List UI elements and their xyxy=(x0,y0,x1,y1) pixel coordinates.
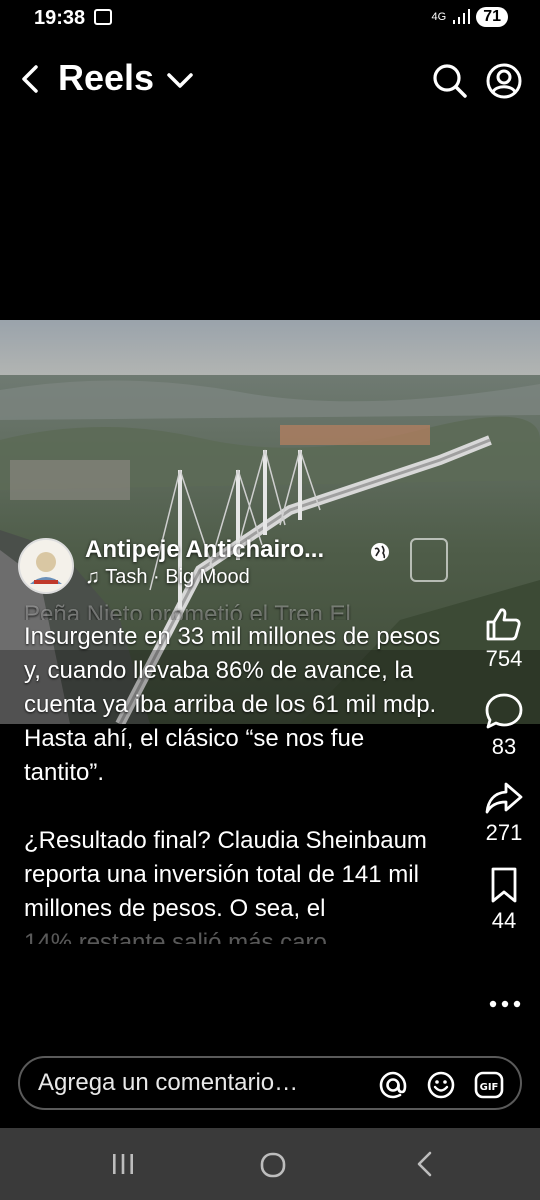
audio-track[interactable]: ♫ Tash · Big Mood xyxy=(85,566,250,589)
more-options-icon[interactable] xyxy=(488,990,522,1014)
author-name[interactable]: Antipeje Antichairo... xyxy=(85,536,324,564)
reel-caption[interactable]: Peña Nieto prometió el Tren El Insurgent… xyxy=(24,601,444,944)
caption-faded-bottom: 14% restante salió más caro xyxy=(24,929,327,944)
search-icon[interactable] xyxy=(430,61,470,101)
svg-text:GIF: GIF xyxy=(480,1082,499,1093)
back-arrow-icon[interactable] xyxy=(16,59,46,99)
profile-icon[interactable] xyxy=(484,61,524,101)
status-time: 19:38 xyxy=(34,7,86,29)
comment-input[interactable]: Agrega un comentario… xyxy=(38,1069,298,1097)
screen-record-icon xyxy=(94,9,112,25)
system-nav-bar xyxy=(0,1128,540,1200)
music-note-icon: ♫ xyxy=(85,566,100,588)
comment-count: 83 xyxy=(491,734,517,759)
share-button[interactable]: 271 xyxy=(474,780,534,846)
comment-icon xyxy=(485,693,523,729)
comment-bar: Agrega un comentario… GIF xyxy=(18,1056,522,1110)
caption-paragraph-1: Insurgente en 33 mil millones de pesos y… xyxy=(24,623,441,786)
like-button[interactable]: 754 xyxy=(474,606,534,672)
comment-button[interactable]: 83 xyxy=(474,692,534,760)
save-count: 44 xyxy=(491,908,517,933)
caption-paragraph-2: ¿Resultado final? Claudia Sheinbaum repo… xyxy=(24,827,427,922)
mention-icon[interactable] xyxy=(378,1070,408,1100)
audio-label: Tash · Big Mood xyxy=(105,566,250,588)
status-indicators: 4G 71 xyxy=(432,7,508,27)
share-icon xyxy=(485,782,523,814)
reels-header: Reels xyxy=(0,55,540,105)
share-count: 271 xyxy=(485,820,523,845)
home-icon[interactable] xyxy=(260,1152,286,1178)
audio-thumbnail[interactable] xyxy=(410,538,448,582)
gif-icon[interactable]: GIF xyxy=(474,1070,504,1100)
status-bar: 19:38 4G 71 xyxy=(0,0,540,36)
reel-actions: 754 83 271 44 xyxy=(474,606,534,954)
emoji-icon[interactable] xyxy=(426,1070,456,1100)
bookmark-icon xyxy=(491,867,517,903)
globe-icon xyxy=(371,543,389,561)
signal-icon xyxy=(453,9,471,24)
battery-level: 71 xyxy=(476,7,508,27)
chevron-down-icon[interactable] xyxy=(164,65,196,95)
save-button[interactable]: 44 xyxy=(474,866,534,934)
avatar[interactable] xyxy=(18,538,74,594)
page-title[interactable]: Reels xyxy=(58,57,154,99)
thumbs-up-icon xyxy=(486,608,521,641)
caption-faded-top: Peña Nieto prometió el Tren El xyxy=(24,601,351,620)
like-count: 754 xyxy=(485,646,523,671)
reel-author-row: Antipeje Antichairo... ♫ Tash · Big Mood xyxy=(18,534,458,594)
network-label: 4G xyxy=(431,11,447,23)
recent-apps-icon[interactable] xyxy=(110,1152,136,1176)
back-icon[interactable] xyxy=(412,1150,438,1178)
